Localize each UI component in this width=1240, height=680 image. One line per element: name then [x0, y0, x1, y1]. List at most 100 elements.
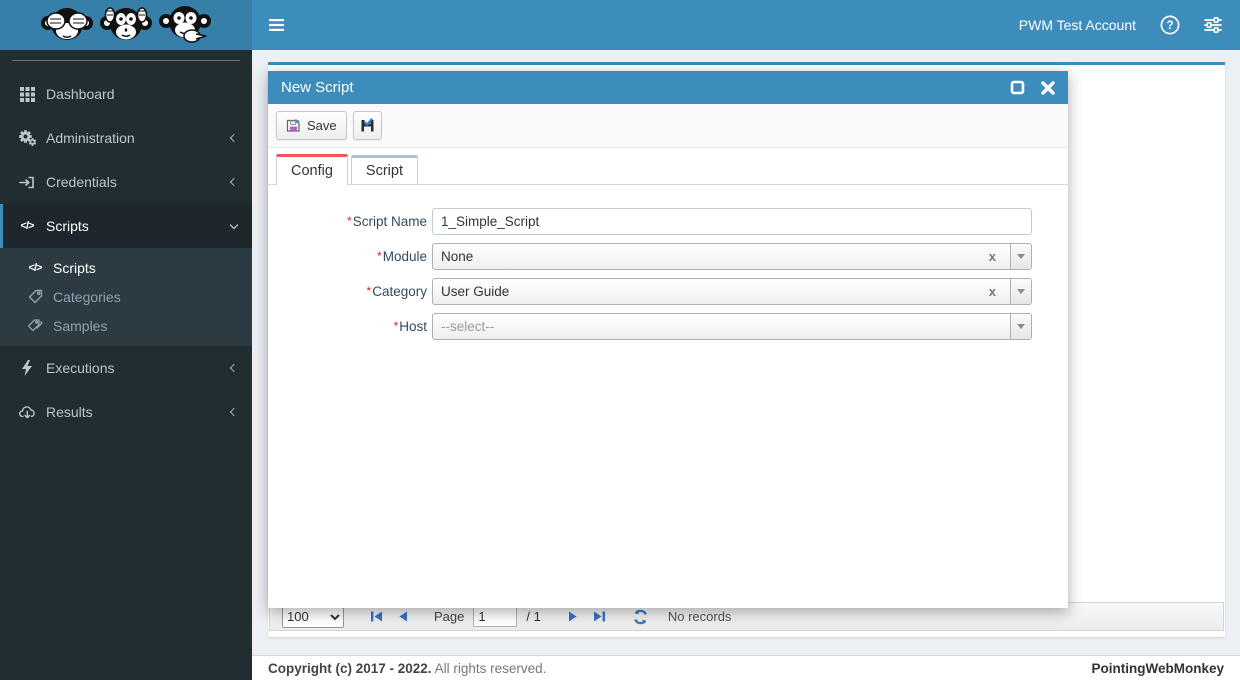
- save-close-button[interactable]: [352, 111, 382, 140]
- prev-page-button[interactable]: [394, 608, 411, 625]
- new-script-modal: New Script Save Config Script *Script Na…: [268, 71, 1068, 608]
- maximize-button[interactable]: [1010, 80, 1025, 95]
- submenu-item-label: Categories: [53, 288, 121, 305]
- modal-title: New Script: [281, 79, 354, 96]
- hamburger-icon: [269, 19, 284, 31]
- clear-icon[interactable]: x: [983, 249, 1002, 264]
- dropdown-arrow-icon: [1017, 324, 1025, 329]
- submenu-item-categories[interactable]: Categories: [0, 282, 252, 311]
- script-name-input[interactable]: [432, 208, 1032, 235]
- top-navbar: PWM Test Account ?: [252, 0, 1240, 50]
- tab-config[interactable]: Config: [276, 154, 348, 185]
- sidebar-toggle-button[interactable]: [252, 0, 301, 50]
- app-logo[interactable]: [0, 0, 252, 50]
- sidebar-item-dashboard[interactable]: Dashboard: [0, 72, 252, 116]
- help-button[interactable]: ?: [1160, 15, 1180, 35]
- next-page-button[interactable]: [565, 608, 582, 625]
- host-label: *Host: [393, 319, 427, 334]
- clear-icon[interactable]: x: [983, 284, 1002, 299]
- form-row-category: *Category User Guide x: [268, 278, 1068, 305]
- host-combobox[interactable]: --select--: [432, 313, 1032, 340]
- last-page-button[interactable]: [591, 608, 608, 625]
- maximize-icon: [1010, 80, 1025, 95]
- module-combobox[interactable]: None x: [432, 243, 1032, 270]
- chevron-down-icon: [229, 220, 239, 229]
- first-page-icon: [371, 611, 382, 622]
- copyright-strong: Copyright (c) 2017 - 2022.: [268, 660, 432, 676]
- prev-page-icon: [399, 611, 407, 622]
- page-number-input[interactable]: [473, 606, 518, 627]
- dropdown-button[interactable]: [1010, 244, 1031, 269]
- sidebar-divider: [12, 60, 240, 61]
- save-button[interactable]: Save: [276, 111, 347, 140]
- submenu-item-samples[interactable]: Samples: [0, 311, 252, 340]
- sidebar-nav: Dashboard Administration Credentials </>…: [0, 72, 252, 434]
- submenu-item-label: Scripts: [53, 259, 96, 276]
- sidebar-item-executions[interactable]: Executions: [0, 346, 252, 390]
- category-label: *Category: [366, 284, 427, 299]
- copyright-text: Copyright (c) 2017 - 2022. All rights re…: [268, 661, 546, 676]
- module-value: None: [441, 249, 474, 264]
- sign-in-icon: [15, 175, 39, 190]
- sidebar-item-label: Executions: [46, 360, 115, 376]
- account-name[interactable]: PWM Test Account: [1019, 17, 1136, 33]
- scripts-submenu: </> Scripts Categories Samples: [0, 248, 252, 346]
- save-check-icon: [361, 118, 374, 132]
- cloud-download-icon: [15, 405, 39, 420]
- page-label: Page: [434, 609, 465, 624]
- config-form: *Script Name *Module None x *Category Us…: [268, 185, 1068, 340]
- svg-text:?: ?: [1166, 20, 1173, 32]
- hear-no-evil-monkey-icon: [100, 7, 152, 40]
- dropdown-button[interactable]: [1010, 279, 1031, 304]
- sidebar-item-label: Results: [46, 404, 93, 420]
- page-footer: Copyright (c) 2017 - 2022. All rights re…: [252, 655, 1240, 680]
- chevron-left-icon: [229, 363, 239, 373]
- code-icon: </>: [20, 220, 35, 232]
- first-page-button[interactable]: [368, 608, 385, 625]
- tab-script[interactable]: Script: [350, 155, 418, 184]
- settings-button[interactable]: [1204, 17, 1222, 33]
- form-row-host: *Host --select--: [268, 313, 1068, 340]
- page-size-select[interactable]: 100: [282, 605, 344, 628]
- see-no-evil-monkey-icon: [41, 8, 93, 40]
- submenu-item-scripts[interactable]: </> Scripts: [0, 253, 252, 282]
- save-icon: [286, 119, 300, 132]
- required-marker: *: [366, 284, 372, 298]
- dropdown-arrow-icon: [1017, 254, 1025, 259]
- brand-name: PointingWebMonkey: [1091, 660, 1224, 676]
- sidebar-item-label: Scripts: [46, 218, 89, 234]
- sidebar-item-label: Dashboard: [46, 86, 115, 102]
- modal-tabs: Config Script: [268, 154, 1068, 185]
- modal-header[interactable]: New Script: [268, 71, 1068, 104]
- tab-label: Config: [291, 163, 333, 179]
- sidebar-item-results[interactable]: Results: [0, 390, 252, 434]
- submenu-item-label: Samples: [53, 317, 108, 334]
- refresh-button[interactable]: [632, 608, 649, 625]
- required-marker: *: [377, 249, 382, 263]
- tag-icon: [24, 289, 46, 304]
- modal-toolbar: Save: [268, 104, 1068, 148]
- sliders-icon: [1204, 17, 1222, 33]
- bolt-icon: [15, 360, 39, 376]
- host-placeholder: --select--: [441, 319, 495, 334]
- next-page-icon: [568, 611, 577, 622]
- chevron-left-icon: [229, 177, 239, 187]
- refresh-icon: [633, 609, 647, 624]
- tags-icon: [24, 318, 46, 333]
- sidebar-item-administration[interactable]: Administration: [0, 116, 252, 160]
- gears-icon: [15, 130, 39, 146]
- category-combobox[interactable]: User Guide x: [432, 278, 1032, 305]
- chevron-left-icon: [229, 407, 239, 417]
- required-marker: *: [347, 214, 352, 228]
- dropdown-button[interactable]: [1010, 314, 1031, 339]
- chevron-left-icon: [229, 133, 239, 143]
- help-circle-icon: ?: [1160, 15, 1180, 35]
- sidebar-item-credentials[interactable]: Credentials: [0, 160, 252, 204]
- sidebar-item-scripts[interactable]: </> Scripts: [0, 204, 252, 248]
- close-button[interactable]: [1041, 80, 1055, 95]
- sidebar-item-label: Administration: [46, 130, 135, 146]
- copyright-rest: All rights reserved.: [431, 660, 547, 676]
- required-marker: *: [393, 319, 399, 333]
- sidebar: Dashboard Administration Credentials </>…: [0, 0, 252, 680]
- tab-label: Script: [365, 163, 403, 179]
